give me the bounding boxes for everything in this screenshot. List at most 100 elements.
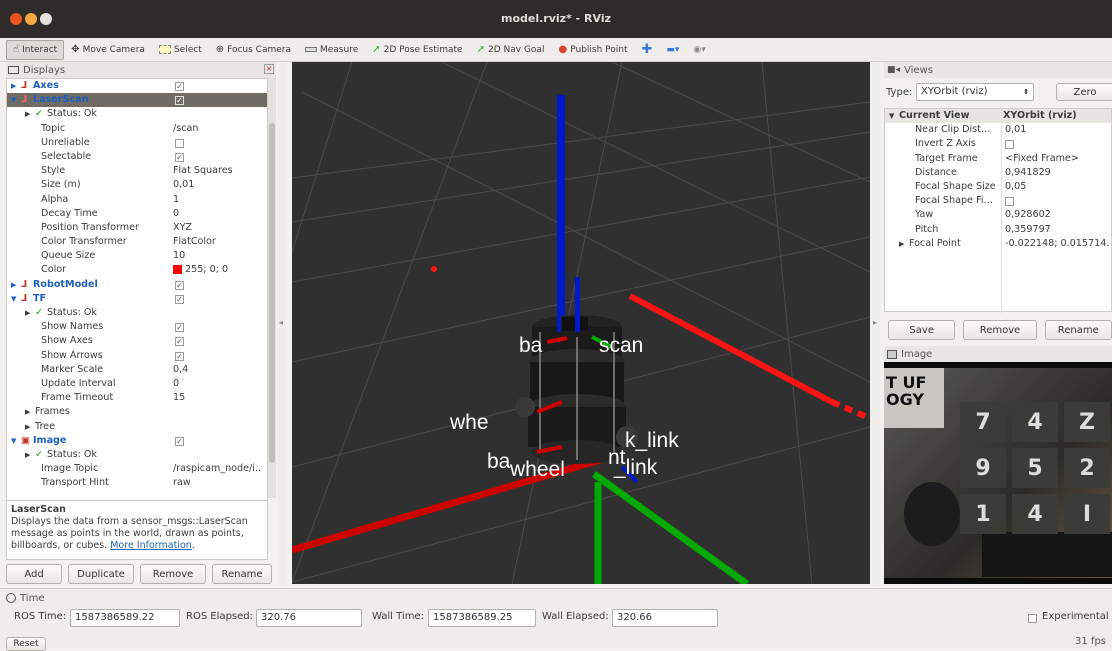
display-row-show-arrows[interactable]: Show Arrows ✓ (7, 349, 267, 363)
tool-properties-button[interactable]: ◉▾ (686, 40, 712, 60)
display-row-laserscan[interactable]: ▼ ⅃ LaserScan ✓ (7, 93, 267, 108)
display-row-queue-size[interactable]: Queue Size 10 (7, 249, 267, 263)
row-value[interactable]: FlatColor (173, 236, 216, 247)
collapsed-arrow-icon[interactable]: ▶ (25, 405, 30, 419)
row-value[interactable]: 10 (173, 250, 185, 261)
display-row-style[interactable]: Style Flat Squares (7, 164, 267, 178)
display-enable-checkbox[interactable]: ✓ (175, 323, 184, 333)
view-prop-row[interactable]: Invert Z Axis (885, 137, 1111, 151)
close-panel-icon[interactable]: × (264, 64, 274, 74)
remove-tool-button[interactable]: ▬▾ (659, 40, 686, 60)
tree-scrollbar[interactable] (268, 78, 276, 498)
expanded-arrow-icon[interactable]: ▼ (11, 93, 16, 107)
view-prop-value[interactable]: 0,941829 (1005, 166, 1051, 180)
select-tool[interactable]: Select (152, 40, 209, 60)
row-value[interactable]: XYZ (173, 222, 192, 233)
display-row-frames[interactable]: ▶ Frames (7, 405, 267, 419)
row-value-cell[interactable]: 0,4 (173, 363, 188, 377)
right-splitter[interactable]: ▸ (872, 62, 880, 586)
display-row-size[interactable]: Size (m) 0,01 (7, 178, 267, 192)
display-row-update-interval[interactable]: Update Interval 0 (7, 377, 267, 391)
view-prop-row[interactable]: Pitch 0,359797 (885, 223, 1111, 237)
collapse-right-icon[interactable]: ▸ (873, 318, 877, 327)
view-properties-tree[interactable]: ▼ Current View XYOrbit (rviz) Near Clip Dis… (884, 108, 1112, 313)
view-prop-row[interactable]: Yaw 0,928602 (885, 208, 1111, 222)
view-prop-value[interactable]: 0,928602 (1005, 208, 1051, 222)
display-row-tf-status[interactable]: ▶ ✓ Status: Ok (7, 306, 267, 320)
row-value-cell[interactable]: /raspicam_node/i.. (173, 462, 261, 476)
display-row-color-transformer[interactable]: Color Transformer FlatColor (7, 235, 267, 249)
view-prop-value[interactable]: <Fixed Frame> (1005, 152, 1079, 166)
view-prop-row[interactable]: Target Frame <Fixed Frame> (885, 152, 1111, 166)
row-value[interactable]: Flat Squares (173, 165, 233, 176)
collapsed-arrow-icon[interactable]: ▶ (25, 306, 30, 320)
add-display-button[interactable]: Add (6, 564, 62, 584)
row-value[interactable]: 0 (173, 208, 179, 219)
collapsed-arrow-icon[interactable]: ▶ (899, 237, 904, 251)
view-prop-row[interactable]: Distance 0,941829 (885, 166, 1111, 180)
display-row-image[interactable]: ▼ ▣ Image ✓ (7, 434, 267, 448)
experimental-checkbox[interactable] (1028, 614, 1037, 623)
focus-camera-tool[interactable]: ⊕ Focus Camera (209, 40, 298, 60)
expanded-arrow-icon[interactable]: ▼ (11, 292, 16, 306)
row-value-cell[interactable]: Flat Squares (173, 164, 233, 178)
pose-estimate-tool[interactable]: ➚ 2D Pose Estimate (365, 40, 469, 60)
reset-button[interactable]: Reset (6, 637, 46, 651)
publish-point-tool[interactable]: ● Publish Point (551, 40, 634, 60)
display-enable-checkbox[interactable]: ✓ (175, 337, 184, 347)
display-row-frame-timeout[interactable]: Frame Timeout 15 (7, 391, 267, 405)
display-row-axes[interactable]: ▶ ⅃ Axes ✓ (7, 79, 267, 93)
ros-time-field[interactable]: 1587386589.22 (70, 609, 180, 627)
display-row-tf[interactable]: ▼ ⅃ TF ✓ (7, 292, 267, 306)
view-prop-row[interactable]: Focal Shape Fi… (885, 194, 1111, 208)
view-prop-value[interactable]: 0,359797 (1005, 223, 1051, 237)
interact-tool[interactable]: ☝ Interact (6, 39, 65, 60)
measure-tool[interactable]: Measure (298, 40, 365, 60)
row-value-cell[interactable]: 255; 0; 0 (173, 263, 228, 277)
display-row-topic[interactable]: Topic/scan (7, 122, 267, 136)
row-value[interactable]: /raspicam_node/i.. (173, 463, 261, 474)
wall-time-field[interactable]: 1587386589.25 (428, 609, 536, 627)
display-row-transport-hint[interactable]: Transport Hint raw (7, 476, 267, 490)
row-value-cell[interactable]: 0 (173, 207, 179, 221)
scrollbar-thumb[interactable] (269, 123, 275, 463)
display-enable-checkbox[interactable]: ✓ (175, 436, 184, 446)
display-row-laserscan-status[interactable]: ▶ ✓ Status: Ok (7, 107, 267, 121)
display-row-selectable[interactable]: Selectable ✓ (7, 150, 267, 164)
expanded-arrow-icon[interactable]: ▼ (889, 109, 894, 123)
row-value-cell[interactable]: FlatColor (173, 235, 216, 249)
display-enable-checkbox[interactable] (175, 138, 184, 148)
row-value[interactable]: raw (173, 477, 191, 488)
display-row-color[interactable]: Color 255; 0; 0 (7, 263, 267, 277)
display-row-tree[interactable]: ▶ Tree (7, 420, 267, 434)
row-value[interactable]: 1 (173, 194, 179, 205)
duplicate-display-button[interactable]: Duplicate (68, 564, 134, 584)
rename-view-button[interactable]: Rename (1044, 320, 1112, 340)
view-prop-value[interactable]: 0,01 (1005, 123, 1026, 137)
collapsed-arrow-icon[interactable]: ▶ (25, 448, 30, 462)
ros-elapsed-field[interactable]: 320.76 (256, 609, 362, 627)
display-row-show-axes[interactable]: Show Axes ✓ (7, 334, 267, 348)
collapsed-arrow-icon[interactable]: ▶ (11, 278, 16, 292)
zero-button[interactable]: Zero (1056, 83, 1112, 101)
display-enable-checkbox[interactable]: ✓ (175, 351, 184, 361)
row-value[interactable]: 0,01 (173, 179, 194, 190)
more-information-link[interactable]: More Information (110, 540, 192, 551)
view-prop-row[interactable]: Near Clip Dist… 0,01 (885, 123, 1111, 137)
view-prop-row[interactable]: ▶ Focal Point -0.022148; 0.015714. (885, 237, 1111, 251)
add-tool-button[interactable]: ✚ (634, 40, 659, 60)
view-type-select[interactable]: XYOrbit (rviz) ⬍ (916, 83, 1034, 101)
remove-display-button[interactable]: Remove (140, 564, 206, 584)
view-prop-value[interactable]: -0.022148; 0.015714. (1005, 237, 1109, 251)
nav-goal-tool[interactable]: ➚ 2D Nav Goal (470, 40, 552, 60)
display-enable-checkbox[interactable]: ✓ (175, 152, 184, 162)
collapsed-arrow-icon[interactable]: ▶ (11, 79, 16, 93)
view-prop-value[interactable]: 0,05 (1005, 180, 1026, 194)
color-swatch[interactable] (173, 264, 182, 274)
row-value[interactable]: 0,4 (173, 364, 188, 375)
view-prop-checkbox[interactable] (1005, 197, 1014, 207)
row-value-cell[interactable]: 10 (173, 249, 185, 263)
display-row-decay-time[interactable]: Decay Time 0 (7, 207, 267, 221)
expanded-arrow-icon[interactable]: ▼ (11, 434, 16, 448)
display-enable-checkbox[interactable]: ✓ (175, 294, 184, 304)
